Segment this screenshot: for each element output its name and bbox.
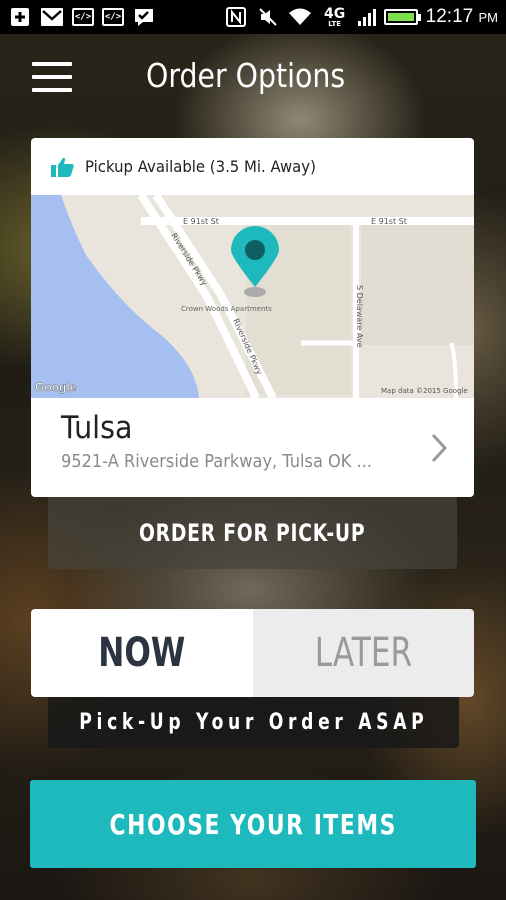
network-sub-label: LTE xyxy=(328,19,342,28)
signal-icon xyxy=(357,8,376,26)
timing-toggle: NOW LATER xyxy=(31,609,474,697)
map-street-label: S Delaware Ave xyxy=(355,285,364,348)
code-icon: </> xyxy=(102,8,124,26)
store-map[interactable]: E 91st St E 91st St Riverside Pkwy River… xyxy=(31,195,474,398)
hamburger-menu-icon[interactable] xyxy=(32,62,72,92)
app-header: Order Options xyxy=(0,34,506,120)
store-card[interactable]: Pickup Available (3.5 Mi. Away) E 91st S… xyxy=(31,138,474,497)
map-street-label: E 91st St xyxy=(183,217,219,226)
page-title: Order Options xyxy=(146,56,346,95)
choose-your-items-label: CHOOSE YOUR ITEMS xyxy=(109,807,397,841)
pickup-available-label: Pickup Available (3.5 Mi. Away) xyxy=(85,157,316,176)
now-option[interactable]: NOW xyxy=(31,609,253,697)
wifi-icon xyxy=(288,7,312,27)
gmail-icon xyxy=(40,7,64,27)
pickup-status-row: Pickup Available (3.5 Mi. Away) xyxy=(31,138,474,195)
store-address: 9521-A Riverside Parkway, Tulsa OK ... xyxy=(61,451,373,472)
order-for-pickup-button[interactable]: ORDER FOR PICK-UP xyxy=(48,497,457,569)
later-option[interactable]: LATER xyxy=(252,609,474,697)
chevron-right-icon[interactable] xyxy=(430,432,448,464)
google-logo: Google xyxy=(35,380,77,394)
status-bar: </> </> 4G LTE 12:17 PM xyxy=(0,0,506,34)
network-type: 4G LTE xyxy=(320,5,350,28)
nfc-icon xyxy=(224,7,248,27)
choose-your-items-button[interactable]: CHOOSE YOUR ITEMS xyxy=(30,780,476,868)
store-name: Tulsa xyxy=(61,410,133,446)
battery-icon xyxy=(383,9,421,25)
thumbs-up-icon xyxy=(51,157,74,177)
map-street-label: E 91st St xyxy=(371,217,407,226)
add-icon xyxy=(8,7,32,27)
later-label: LATER xyxy=(314,630,412,676)
timing-description: Pick-Up Your Order ASAP xyxy=(48,697,459,748)
code-icon: </> xyxy=(72,8,94,26)
map-attribution: Map data ©2015 Google xyxy=(381,387,468,395)
map-poi-label: Crown Woods Apartments xyxy=(181,305,272,313)
clock: 12:17 PM xyxy=(426,6,498,28)
no-sound-icon xyxy=(256,7,280,27)
clock-time: 12:17 xyxy=(425,6,474,27)
order-for-pickup-label: ORDER FOR PICK-UP xyxy=(139,519,366,547)
network-label: 4G xyxy=(324,5,346,22)
clock-ampm: PM xyxy=(478,10,499,25)
now-label: NOW xyxy=(98,630,186,676)
bbm-icon xyxy=(132,7,156,27)
timing-description-label: Pick-Up Your Order ASAP xyxy=(78,710,429,735)
